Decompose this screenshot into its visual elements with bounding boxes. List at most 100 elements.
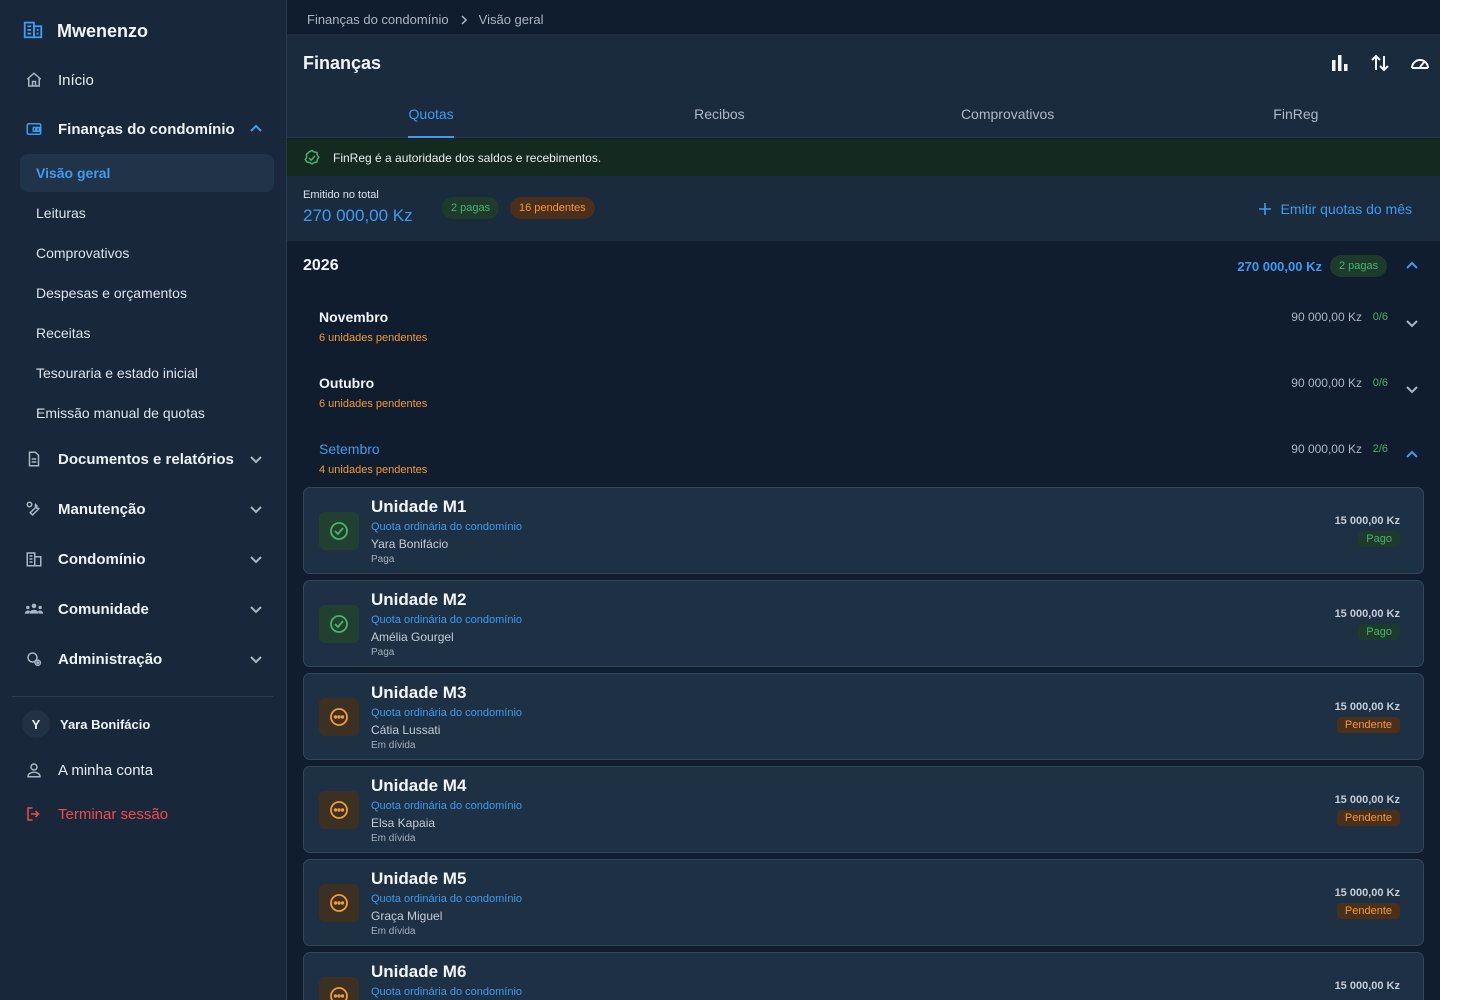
unit-state: Paga [371,647,395,658]
tab-receipts[interactable]: Recibos [575,98,863,138]
sidebar-item-label: A minha conta [58,761,154,779]
sidebar-section-community[interactable]: Comunidade [20,589,274,629]
sidebar-section-finance[interactable]: Finanças do condomínio [20,109,274,149]
chevron-up-icon [250,124,262,132]
unit-card[interactable]: Unidade M5 Quota ordinária do condomínio… [303,859,1424,946]
sidebar-section-label: Manutenção [58,500,146,518]
pending-circle-icon [319,977,359,1000]
sidebar-item-home[interactable]: Início [20,60,274,100]
month-pending: 4 unidades pendentes [319,464,428,476]
notice-text: FinReg é a autoridade dos saldos e receb… [333,150,602,165]
unit-card[interactable]: Unidade M3 Quota ordinária do condomínio… [303,673,1424,760]
status-badge: Pago [1358,531,1400,547]
sidebar-item-treasury[interactable]: Tesouraria e estado inicial [20,354,274,392]
sidebar-item-logout[interactable]: Terminar sessão [20,794,274,834]
sidebar-item-label: Início [58,71,94,89]
unit-card[interactable]: Unidade M4 Quota ordinária do condomínio… [303,766,1424,853]
user-name: Yara Bonifácio [60,717,151,732]
verified-icon [304,149,320,165]
logout-icon [20,800,48,828]
unit-state: Em dívida [371,740,416,751]
tab-finreg[interactable]: FinReg [1152,98,1440,138]
sidebar-item-label: Terminar sessão [58,805,169,823]
unit-description: Quota ordinária do condomínio [371,893,523,905]
sidebar-section-label: Administração [58,650,163,668]
admin-gear-icon [20,645,48,673]
avatar[interactable]: Y [22,710,50,738]
sidebar: Mwenenzo Início Finanças do condomínio V… [0,0,287,1000]
pending-circle-icon [319,698,359,736]
sidebar-section-maintenance[interactable]: Manutenção [20,489,274,529]
issued-summary: Emitido no total 270 000,00 Kz 2 pagas 1… [287,176,1440,241]
month-amount: 90 000,00 Kz [1291,442,1362,456]
sidebar-section-administration[interactable]: Administração [20,639,274,679]
month-pending: 6 unidades pendentes [319,398,428,410]
breadcrumb-current: Visão geral [478,12,544,27]
home-icon [20,66,48,94]
sidebar-section-condominium[interactable]: Condomínio [20,539,274,579]
sidebar-item-account[interactable]: A minha conta [20,750,274,790]
unit-title: Unidade M3 [371,683,467,702]
plus-icon [1258,203,1271,215]
unit-owner: Graça Miguel [371,909,443,923]
tab-quotas[interactable]: Quotas [287,98,575,138]
unit-owner: Yara Bonifácio [371,537,449,551]
sidebar-item-receipts-proof[interactable]: Comprovativos [20,234,274,272]
unit-state: Paga [371,554,395,565]
chevron-down-icon [1406,320,1418,328]
unit-state: Em dívida [371,833,416,844]
chevron-down-icon [250,656,262,664]
month-name: Outubro [319,375,375,391]
info-notice: FinReg é a autoridade dos saldos e receb… [287,139,1440,176]
chevron-down-icon [250,606,262,614]
brand[interactable]: Mwenenzo [22,18,148,45]
sidebar-section-documents[interactable]: Documentos e relatórios [20,439,274,479]
unit-title: Unidade M6 [371,962,467,981]
month-ratio: 0/6 [1372,377,1388,389]
unit-title: Unidade M4 [371,776,467,795]
sidebar-item-expenses[interactable]: Despesas e orçamentos [20,274,274,312]
emit-quotas-label: Emitir quotas do mês [1280,201,1413,217]
sidebar-item-manual-issue[interactable]: Emissão manual de quotas [20,394,274,432]
unit-card[interactable]: Unidade M1 Quota ordinária do condomínio… [303,487,1424,574]
wrench-icon [20,495,48,523]
sidebar-section-label: Condomínio [58,550,146,568]
sidebar-item-revenue[interactable]: Receitas [20,314,274,352]
summary-label: Emitido no total [303,189,379,201]
check-circle-icon [319,512,359,550]
unit-card[interactable]: Unidade M2 Quota ordinária do condomínio… [303,580,1424,667]
breadcrumb: Finanças do condomínio Visão geral [307,12,543,27]
tab-proofs[interactable]: Comprovativos [864,98,1152,138]
unit-amount: 15 000,00 Kz [1334,515,1400,527]
sidebar-item-readings[interactable]: Leituras [20,194,274,232]
status-badge: Pendente [1336,903,1400,919]
unit-owner: Cátia Lussati [371,723,441,737]
sidebar-section-label: Comunidade [58,600,149,618]
unit-amount: 15 000,00 Kz [1334,701,1400,713]
speedometer-icon[interactable] [1409,52,1431,74]
unit-amount: 15 000,00 Kz [1334,980,1400,992]
pending-circle-icon [319,884,359,922]
month-name: Novembro [319,309,389,325]
page-title: Finanças [303,53,382,73]
bar-chart-icon[interactable] [1329,52,1351,74]
sidebar-item-overview[interactable]: Visão geral [20,154,274,192]
breadcrumb-item[interactable]: Finanças do condomínio [307,12,449,27]
month-name: Setembro [319,441,380,457]
unit-title: Unidade M2 [371,590,467,609]
unit-title: Unidade M1 [371,497,467,516]
check-circle-icon [319,605,359,643]
swap-vertical-icon[interactable] [1369,52,1391,74]
unit-description: Quota ordinária do condomínio [371,707,523,719]
year-label: 2026 [303,257,339,274]
unit-card[interactable]: Unidade M6 Quota ordinária do condomínio… [303,952,1424,1000]
chevron-down-icon [250,506,262,514]
status-badge: Pendente [1336,717,1400,733]
month-pending: 6 unidades pendentes [319,332,428,344]
building-icon [22,18,44,45]
emit-quotas-button[interactable]: Emitir quotas do mês [1258,201,1413,217]
unit-amount: 15 000,00 Kz [1334,608,1400,620]
chevron-up-icon [1406,450,1418,458]
chevron-right-icon [461,14,467,25]
unit-description: Quota ordinária do condomínio [371,800,523,812]
